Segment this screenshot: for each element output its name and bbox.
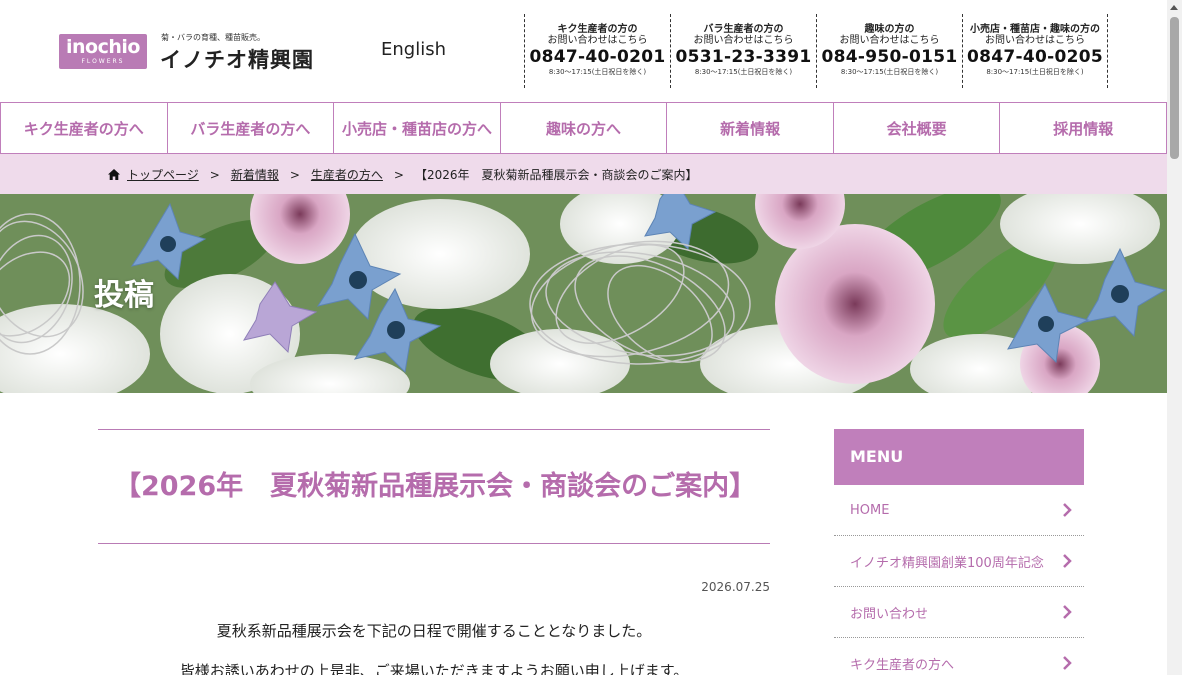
contact-phone[interactable]: 084-950-0151 <box>817 47 962 67</box>
contact-hours: 8:30〜17:15(土日祝日を除く) <box>986 68 1084 76</box>
hero-title: 投稿 <box>94 278 154 313</box>
menu-item-label: HOME <box>850 502 890 518</box>
breadcrumb-separator: > <box>393 167 404 182</box>
contact-subtitle: お問い合わせはこちら <box>839 35 940 46</box>
contact-title: キク生産者の方の <box>557 24 638 35</box>
contact-hours: 8:30〜17:15(土日祝日を除く) <box>548 68 647 76</box>
contact-rose[interactable]: バラ生産者の方の お問い合わせはこちら 0531-23-3391 8:30〜17… <box>670 14 816 88</box>
menu-item-label: お問い合わせ <box>850 606 929 622</box>
english-link[interactable]: English <box>381 39 446 60</box>
article-title: 【2026年 夏秋菊新品種展示会・商談会のご案内】 <box>114 470 757 502</box>
article-paragraph: 皆様お誘いあわせの上是非、ご来場いただきますようお願い申し上げます。 <box>179 662 689 675</box>
chevron-right-icon <box>1063 656 1072 670</box>
contact-title: バラ生産者の方の <box>703 24 784 35</box>
nav-company[interactable]: 会社概要 <box>834 103 1001 153</box>
contact-hours: 8:30〜17:15(土日祝日を除く) <box>694 68 793 76</box>
menu-heading: MENU <box>834 429 1084 485</box>
breadcrumb-current: 【2026年 夏秋菊新品種展示会・商談会のご案内】 <box>414 168 698 182</box>
company-name[interactable]: イノチオ精興園 <box>160 44 314 74</box>
contact-subtitle: お問い合わせはこちら <box>547 35 648 46</box>
contact-subtitle: お問い合わせはこちら <box>693 35 794 46</box>
breadcrumb-news[interactable]: 新着情報 <box>231 166 279 183</box>
chevron-right-icon <box>1063 605 1072 619</box>
nav-retail[interactable]: 小売店・種苗店の方へ <box>334 103 501 153</box>
company-tagline: 菊・バラの育種、種苗販売。 <box>161 33 265 42</box>
breadcrumb-producers[interactable]: 生産者の方へ <box>311 166 383 183</box>
contact-hours: 8:30〜17:15(土日祝日を除く) <box>840 68 939 76</box>
article-title-box: 【2026年 夏秋菊新品種展示会・商談会のご案内】 <box>98 429 770 544</box>
menu-item-kiku-growers[interactable]: キク生産者の方へ <box>834 638 1084 675</box>
logo-text: inochio <box>66 36 140 58</box>
breadcrumb: トップページ > 新着情報 > 生産者の方へ > 【2026年 夏秋菊新品種展示… <box>0 154 1167 194</box>
home-icon <box>108 169 120 180</box>
menu-item-anniversary[interactable]: イノチオ精興園創業100周年記念 <box>834 536 1084 587</box>
contact-phone[interactable]: 0847-40-0205 <box>963 47 1107 67</box>
nav-kiku-growers[interactable]: キク生産者の方へ <box>1 103 168 153</box>
contact-title: 趣味の方の <box>864 24 915 35</box>
breadcrumb-separator: > <box>289 167 300 182</box>
nav-news[interactable]: 新着情報 <box>667 103 834 153</box>
chevron-right-icon <box>1063 503 1072 517</box>
menu-item-home[interactable]: HOME <box>834 485 1084 536</box>
contact-phone[interactable]: 0531-23-3391 <box>671 47 816 67</box>
menu-item-contact[interactable]: お問い合わせ <box>834 587 1084 638</box>
page-scrollbar[interactable] <box>1167 0 1182 675</box>
nav-recruit[interactable]: 採用情報 <box>1000 103 1166 153</box>
nav-rose-growers[interactable]: バラ生産者の方へ <box>168 103 335 153</box>
contact-hobby[interactable]: 趣味の方の お問い合わせはこちら 084-950-0151 8:30〜17:15… <box>816 14 962 88</box>
article-paragraph: 夏秋系新品種展示会を下記の日程で開催することとなりました。 <box>216 622 652 640</box>
flower-banner-image <box>0 194 1167 393</box>
nav-hobby[interactable]: 趣味の方へ <box>501 103 668 153</box>
contact-kiku[interactable]: キク生産者の方の お問い合わせはこちら 0847-40-0201 8:30〜17… <box>524 14 670 88</box>
logo-subtext: FLOWERS <box>81 58 125 65</box>
scroll-thumb[interactable] <box>1170 17 1179 159</box>
article-date: 2026.07.25 <box>701 580 770 594</box>
inochio-logo[interactable]: inochio FLOWERS <box>59 34 147 69</box>
hero-banner: 投稿 <box>0 194 1167 393</box>
breadcrumb-home[interactable]: トップページ <box>127 166 199 183</box>
contact-retail[interactable]: 小売店・種苗店・趣味の方の お問い合わせはこちら 0847-40-0205 8:… <box>962 14 1108 88</box>
sidebar-menu: MENU HOME イノチオ精興園創業100周年記念 お問い合わせ キク生産者の… <box>834 429 1084 675</box>
contact-subtitle: お問い合わせはこちら <box>985 35 1085 46</box>
chevron-right-icon <box>1063 554 1072 568</box>
main-nav: キク生産者の方へ バラ生産者の方へ 小売店・種苗店の方へ 趣味の方へ 新着情報 … <box>0 102 1167 154</box>
menu-item-label: イノチオ精興園創業100周年記念 <box>850 555 1044 571</box>
site-header: inochio FLOWERS 菊・バラの育種、種苗販売。 イノチオ精興園 En… <box>0 0 1167 102</box>
article: 【2026年 夏秋菊新品種展示会・商談会のご案内】 2026.07.25 夏秋系… <box>98 429 770 675</box>
contact-title: 小売店・種苗店・趣味の方の <box>970 24 1100 35</box>
contact-phone[interactable]: 0847-40-0201 <box>525 47 670 67</box>
menu-item-label: キク生産者の方へ <box>850 657 955 673</box>
scroll-up-arrow-icon[interactable] <box>1170 5 1178 10</box>
breadcrumb-separator: > <box>209 167 220 182</box>
